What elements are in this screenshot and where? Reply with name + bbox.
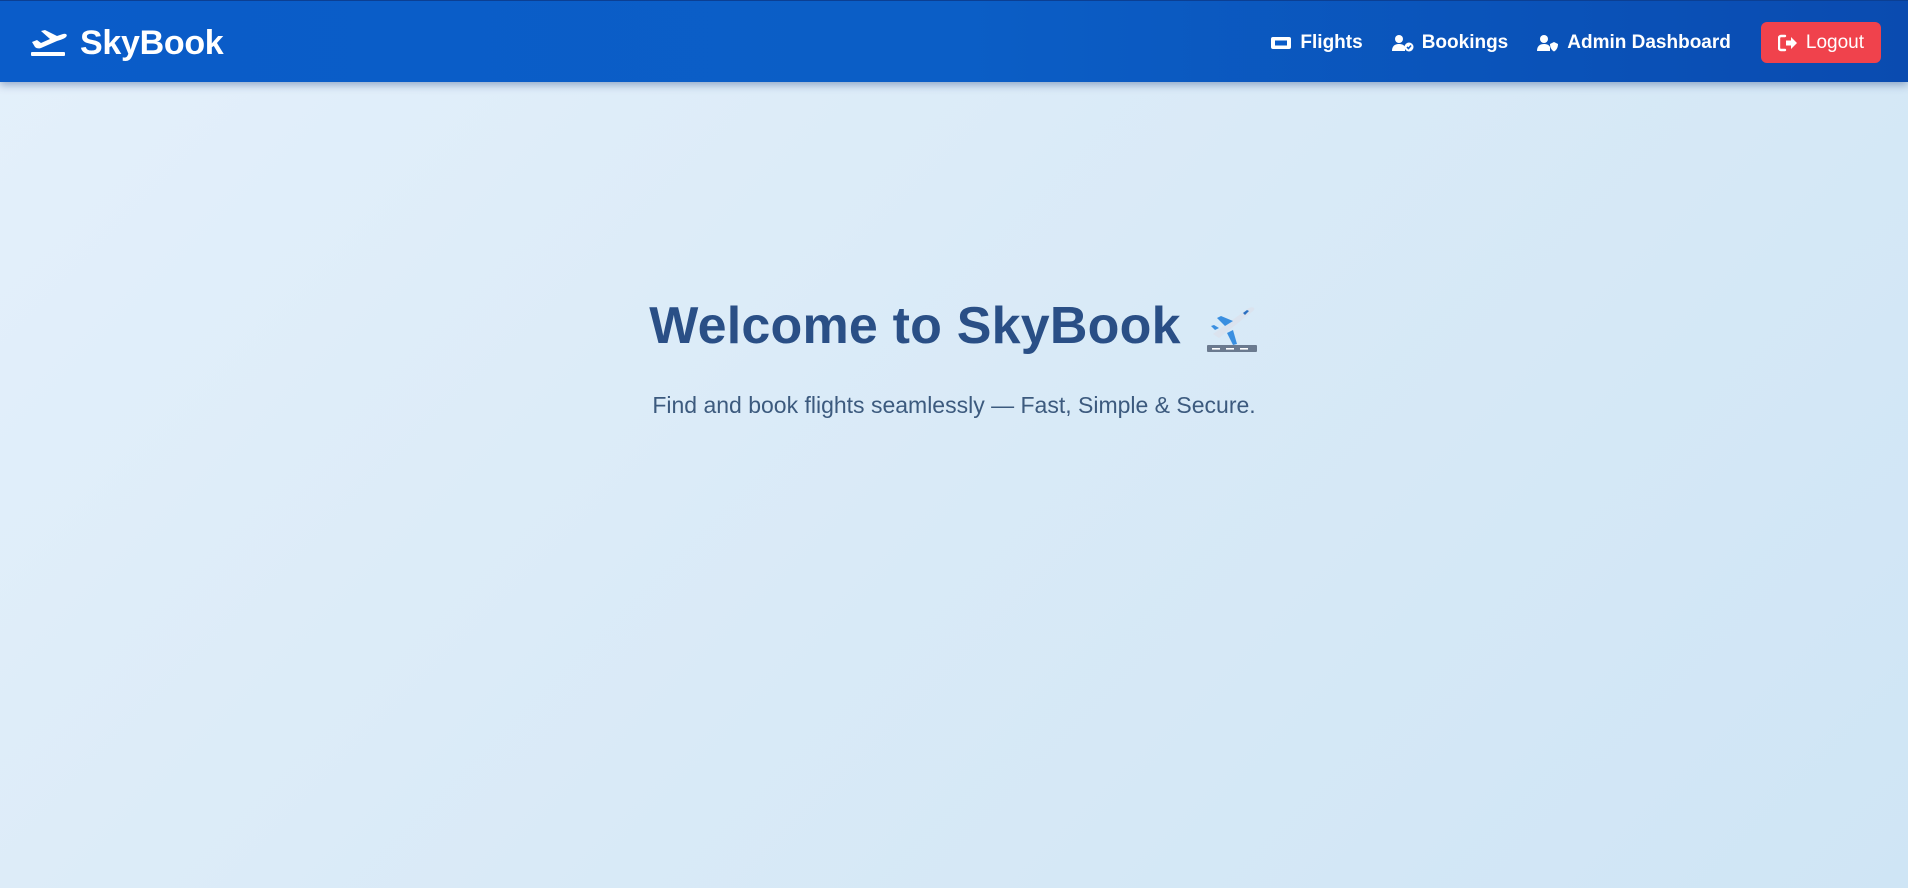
airplane-departure-emoji xyxy=(1206,307,1257,352)
user-shield-icon xyxy=(1537,34,1559,51)
nav-link-flights[interactable]: Flights xyxy=(1270,31,1363,54)
user-check-icon xyxy=(1391,34,1414,51)
logout-button-label: Logout xyxy=(1805,31,1864,53)
nav-link-bookings-label: Bookings xyxy=(1421,31,1509,53)
hero-subtitle: Find and book flights seamlessly — Fast,… xyxy=(652,392,1256,418)
nav-links: Flights Bookings Admin Dashboard Logout xyxy=(1270,22,1881,63)
logout-button[interactable]: Logout xyxy=(1760,22,1881,63)
ticket-icon xyxy=(1271,36,1292,49)
nav-link-admin-dashboard-label: Admin Dashboard xyxy=(1567,31,1731,53)
brand-name: SkyBook xyxy=(80,23,224,62)
brand-logo-link[interactable]: SkyBook xyxy=(30,21,224,65)
top-navbar: SkyBook Flights Bookings Admin Dashboard… xyxy=(0,0,1908,82)
nav-link-flights-label: Flights xyxy=(1300,31,1363,53)
hero-title: Welcome to SkyBook xyxy=(649,290,1258,362)
hero-title-text: Welcome to SkyBook xyxy=(649,297,1181,355)
hero-section: Welcome to SkyBook Find and book flights… xyxy=(0,290,1908,419)
plane-departure-icon xyxy=(31,30,67,56)
nav-link-admin-dashboard[interactable]: Admin Dashboard xyxy=(1537,32,1731,54)
nav-link-bookings[interactable]: Bookings xyxy=(1391,31,1509,54)
sign-out-icon xyxy=(1777,34,1797,51)
